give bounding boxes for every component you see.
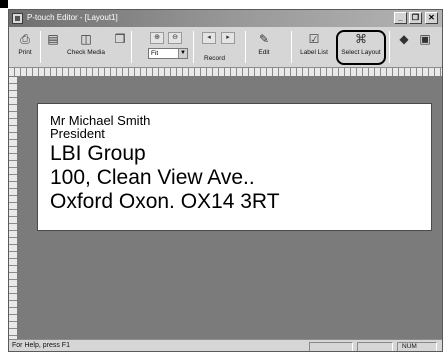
label-text-line[interactable]: 100, Clean View Ave..: [50, 167, 255, 188]
highlight-circle: [336, 30, 386, 65]
database-button[interactable]: ▣: [415, 29, 433, 65]
label-text-line[interactable]: LBI Group: [50, 143, 146, 164]
print-preview-icon: ▤: [47, 32, 59, 46]
check-media-button[interactable]: ◫ Check Media: [64, 29, 108, 65]
record-prev-button[interactable]: ◂: [202, 32, 216, 44]
restore-icon: ❐: [411, 13, 420, 22]
print-label: Print: [18, 49, 32, 56]
title-bar[interactable]: P-touch Editor - [Layout1] _ ❐ ✕: [9, 10, 442, 27]
toolbar: ⎙ Print ▤ ◫ Check Media ❒ ⊕ ⊖ Fit ▼ ◂ ▸ …: [9, 27, 442, 68]
arrow-right-icon: ▸: [226, 34, 230, 41]
restore-button[interactable]: ❐: [409, 12, 422, 24]
print-button[interactable]: ⎙ Print: [13, 29, 37, 65]
printer-icon: ⎙: [20, 32, 30, 46]
corner-mark: [0, 0, 8, 8]
status-help-text: For Help, press F1: [12, 342, 70, 349]
zoom-select[interactable]: Fit ▼: [148, 48, 188, 59]
toolbar-separator: [291, 31, 292, 63]
num-indicator-text: NUM: [402, 343, 417, 350]
label-canvas[interactable]: Mr Michael Smith President LBI Group 100…: [37, 103, 432, 231]
app-window: P-touch Editor - [Layout1] _ ❐ ✕ ⎙ Print…: [8, 9, 443, 352]
status-panel: [357, 342, 393, 351]
database-icon: ▣: [419, 32, 431, 46]
window-title: P-touch Editor - [Layout1]: [27, 13, 118, 22]
print-preview-button[interactable]: ▤: [43, 29, 61, 65]
edit-label: Edit: [258, 49, 270, 56]
edit-icon: ✎: [258, 32, 270, 46]
num-indicator: NUM: [397, 342, 437, 351]
toolbar-separator: [193, 31, 194, 63]
zoom-out-button[interactable]: ⊖: [168, 32, 182, 44]
transfer-button[interactable]: ◆: [394, 29, 412, 65]
toolbar-separator: [131, 31, 132, 63]
ruler-vertical: [9, 77, 18, 339]
record-next-button[interactable]: ▸: [221, 32, 235, 44]
check-media-label: Check Media: [67, 49, 105, 56]
label-list-label: Label List: [300, 49, 328, 56]
minimize-button[interactable]: _: [394, 12, 407, 24]
ruler-horizontal: [9, 68, 442, 77]
status-panel: [309, 342, 353, 351]
check-media-icon: ◫: [80, 32, 92, 46]
label-text-line[interactable]: Oxford Oxon. OX14 3RT: [50, 191, 280, 212]
copy-button[interactable]: ❒: [110, 29, 128, 65]
record-label: Record: [204, 55, 225, 62]
zoom-out-icon: ⊖: [172, 34, 178, 41]
top-strip: [8, 0, 443, 9]
zoom-in-icon: ⊕: [154, 34, 160, 41]
toolbar-separator: [40, 31, 41, 63]
arrow-left-icon: ◂: [207, 34, 211, 41]
label-list-button[interactable]: ☑ Label List: [296, 29, 332, 65]
zoom-value: Fit: [151, 50, 159, 57]
transfer-icon: ◆: [399, 32, 409, 46]
toolbar-separator: [245, 31, 246, 63]
label-text-line[interactable]: President: [50, 127, 105, 140]
chevron-down-icon[interactable]: ▼: [178, 49, 187, 58]
copy-icon: ❒: [114, 32, 126, 46]
close-button[interactable]: ✕: [425, 12, 438, 24]
app-icon[interactable]: [12, 13, 23, 24]
toolbar-separator: [389, 31, 390, 63]
minimize-icon: _: [398, 13, 403, 22]
edit-button[interactable]: ✎ Edit: [252, 29, 276, 65]
label-list-icon: ☑: [308, 32, 320, 46]
zoom-in-button[interactable]: ⊕: [150, 32, 164, 44]
close-icon: ✕: [428, 13, 435, 22]
status-bar: For Help, press F1 NUM: [9, 339, 442, 351]
